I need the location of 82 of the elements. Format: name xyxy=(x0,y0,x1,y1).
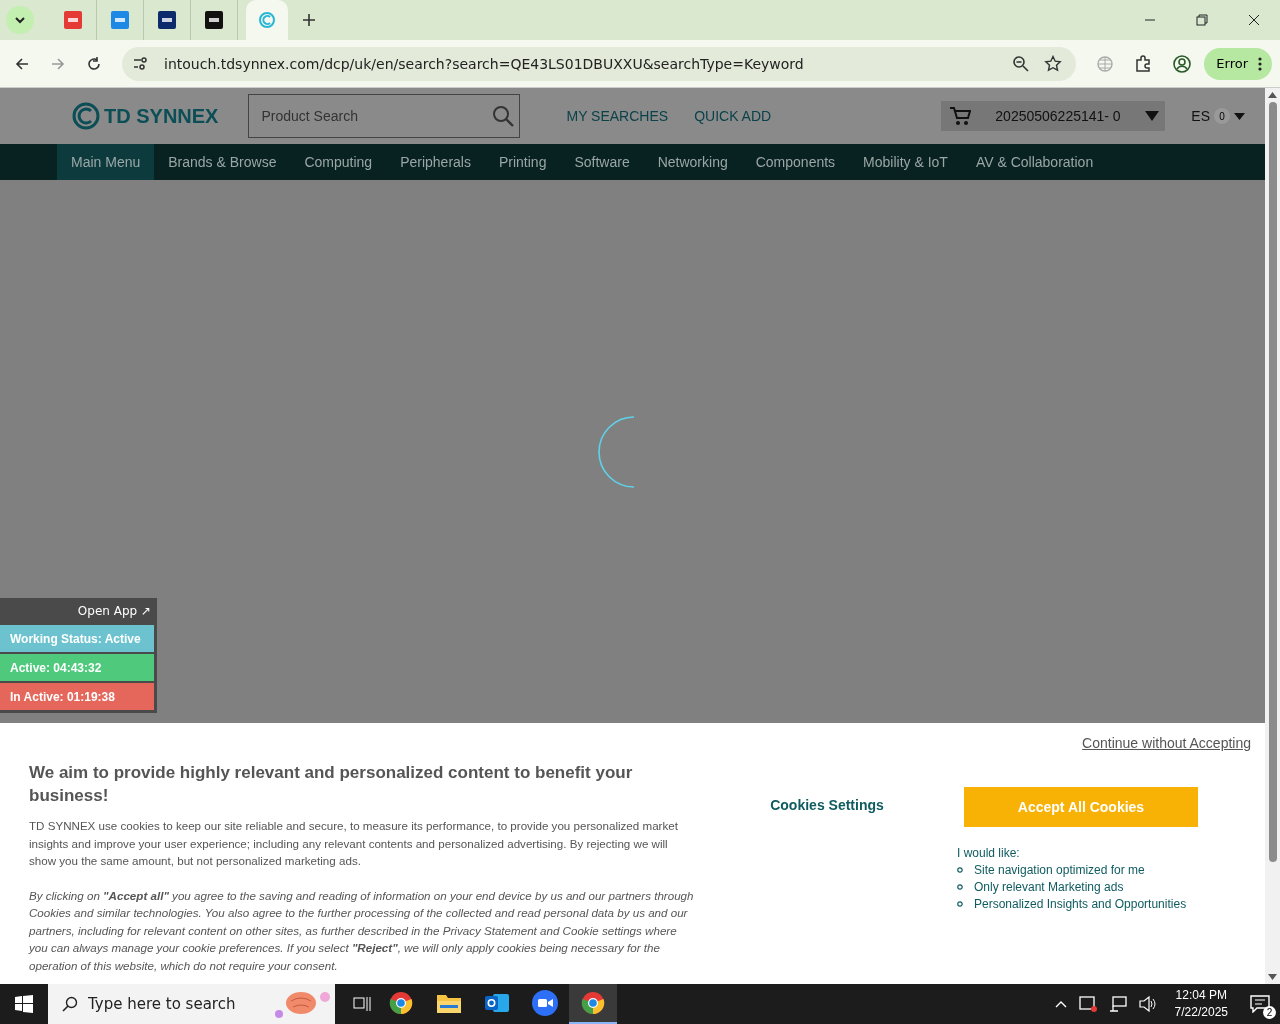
close-icon[interactable] xyxy=(1248,14,1260,26)
puzzle-icon[interactable] xyxy=(1134,54,1153,73)
notifications-button[interactable]: 2 xyxy=(1240,989,1280,1019)
product-search-field[interactable]: Product Search xyxy=(248,94,521,138)
nav-menu-item[interactable]: Components xyxy=(741,144,850,180)
chevron-up-icon[interactable] xyxy=(1054,1000,1067,1008)
url-text: intouch.tdsynnex.com/dcp/uk/en/search?search=QE43LS01DBUXXU&searchType=Keyword xyxy=(164,55,804,72)
option-text: Only relevant Marketing ads xyxy=(974,880,1124,894)
more-icon xyxy=(1258,56,1262,71)
cart-selector[interactable]: 20250506225141- 0 xyxy=(941,101,1166,131)
browser-icon xyxy=(389,991,413,1015)
bullet-icon xyxy=(957,901,963,907)
nav-menu-item[interactable]: Mobility & IoT xyxy=(849,144,962,180)
nav-menu-item[interactable]: Main Menu xyxy=(57,144,155,180)
dropdown-icon[interactable] xyxy=(1234,112,1245,120)
site-favicon-icon xyxy=(64,11,82,29)
option-text: Site navigation optimized for me xyxy=(974,863,1145,877)
taskbar-app[interactable] xyxy=(569,984,617,1024)
nav-menu-item[interactable]: Computing xyxy=(290,144,387,180)
cookies-settings-button[interactable]: Cookies Settings xyxy=(764,793,890,817)
notification-count: 2 xyxy=(1263,1006,1276,1019)
address-field[interactable]: intouch.tdsynnex.com/dcp/uk/en/search?search=QE43LS01DBUXXU&searchType=Keyword xyxy=(122,46,1077,81)
dropdown-icon[interactable] xyxy=(1145,111,1160,121)
language-label[interactable]: ES xyxy=(1191,108,1210,124)
time-text: 12:04 PM xyxy=(1175,987,1227,1004)
scroll-up-icon[interactable] xyxy=(1268,92,1277,98)
cart-number: 20250506225141- 0 xyxy=(995,108,1122,124)
status-row: Working Status: Active xyxy=(0,623,157,652)
browser-icon xyxy=(581,991,605,1015)
nav-menu-item[interactable]: Software xyxy=(560,144,644,180)
scrollbar[interactable] xyxy=(1265,88,1280,984)
nav-menu-item[interactable]: Brands & Browse xyxy=(154,144,291,180)
search-icon[interactable] xyxy=(492,105,515,127)
windows-start-icon[interactable] xyxy=(15,995,33,1013)
date-text: 7/22/2025 xyxy=(1174,1004,1228,1021)
clock[interactable]: 12:04 PM 7/22/2025 xyxy=(1174,987,1228,1021)
site-settings-icon[interactable] xyxy=(132,54,150,73)
site-favicon-icon xyxy=(258,11,276,29)
profile-error-button[interactable]: Error xyxy=(1204,47,1272,80)
network-icon[interactable] xyxy=(1108,996,1127,1012)
video-app-icon xyxy=(532,990,558,1016)
status-row: In Active: 01:19:38 xyxy=(0,681,157,710)
scroll-down-icon[interactable] xyxy=(1268,974,1277,980)
logo-icon xyxy=(72,102,100,130)
scrollbar-thumb[interactable] xyxy=(1268,102,1277,862)
site-favicon-icon xyxy=(111,11,129,29)
taskbar-search-field[interactable]: Type here to search xyxy=(48,984,335,1024)
cookie-heading: We aim to provide highly relevant and personalized content to benefit your business! xyxy=(29,762,634,807)
restore-icon[interactable] xyxy=(1196,14,1208,26)
open-app-button[interactable]: Open App ↗ xyxy=(0,598,157,623)
bullet-icon xyxy=(957,867,963,873)
nav-menu-item[interactable]: Printing xyxy=(484,144,561,180)
bullet-icon xyxy=(957,884,963,890)
forward-icon[interactable] xyxy=(50,55,66,72)
tab-search-button[interactable] xyxy=(6,6,34,34)
nav-menu-item[interactable]: Peripherals xyxy=(386,144,485,180)
cart-icon xyxy=(949,106,972,126)
security-icon[interactable] xyxy=(1078,996,1097,1012)
reload-icon[interactable] xyxy=(86,55,102,72)
new-tab-icon[interactable] xyxy=(302,13,316,27)
zoom-out-icon[interactable] xyxy=(1012,54,1031,73)
nav-menu-item[interactable]: Networking xyxy=(643,144,742,180)
mail-app-icon xyxy=(485,991,509,1015)
back-icon[interactable] xyxy=(14,55,30,72)
site-favicon-icon xyxy=(158,11,176,29)
loading-spinner-icon xyxy=(596,415,635,488)
search-icon xyxy=(62,996,78,1012)
volume-icon[interactable] xyxy=(1138,996,1157,1012)
status-row: Active: 04:43:32 xyxy=(0,652,157,681)
option-text: Personalized Insights and Opportunities xyxy=(974,897,1187,911)
continue-without-accepting-link[interactable]: Continue without Accepting xyxy=(1082,735,1251,751)
star-icon[interactable] xyxy=(1044,54,1063,73)
count-badge: 0 xyxy=(1214,108,1230,124)
profile-icon[interactable] xyxy=(1172,53,1193,74)
task-view-icon[interactable] xyxy=(353,995,371,1013)
consent-paragraph: By clicking on "Accept all" you agree to the saving and reading of information on your end device by us and our partners through Cookies and similar technologies. You also agree to the further processing of the collected and read personal data by us and our partners, including for relevant content on other sites, as further described in the Privacy Statement and Cookie settings where you can always manage your cookie preferences. If you select "Reject", we will only apply cookies being necessary for the operation of this website, which do not require your consent. xyxy=(29,887,695,974)
folder-icon xyxy=(437,993,461,1013)
site-favicon-icon xyxy=(205,11,223,29)
cookie-paragraph: TD SYNNEX use cookies to keep our site reliable and secure, to measure its performance, to provide you personalized market insights and improve your user experience; including any relevant contents and personalized advertising. By rejecting we will show you the same amount, but not personalized marketing ads. xyxy=(29,818,679,869)
would-like-label: I would like: xyxy=(957,846,1021,860)
chevron-down-icon xyxy=(14,16,26,24)
nav-menu-item[interactable]: AV & Collaboration xyxy=(961,144,1108,180)
